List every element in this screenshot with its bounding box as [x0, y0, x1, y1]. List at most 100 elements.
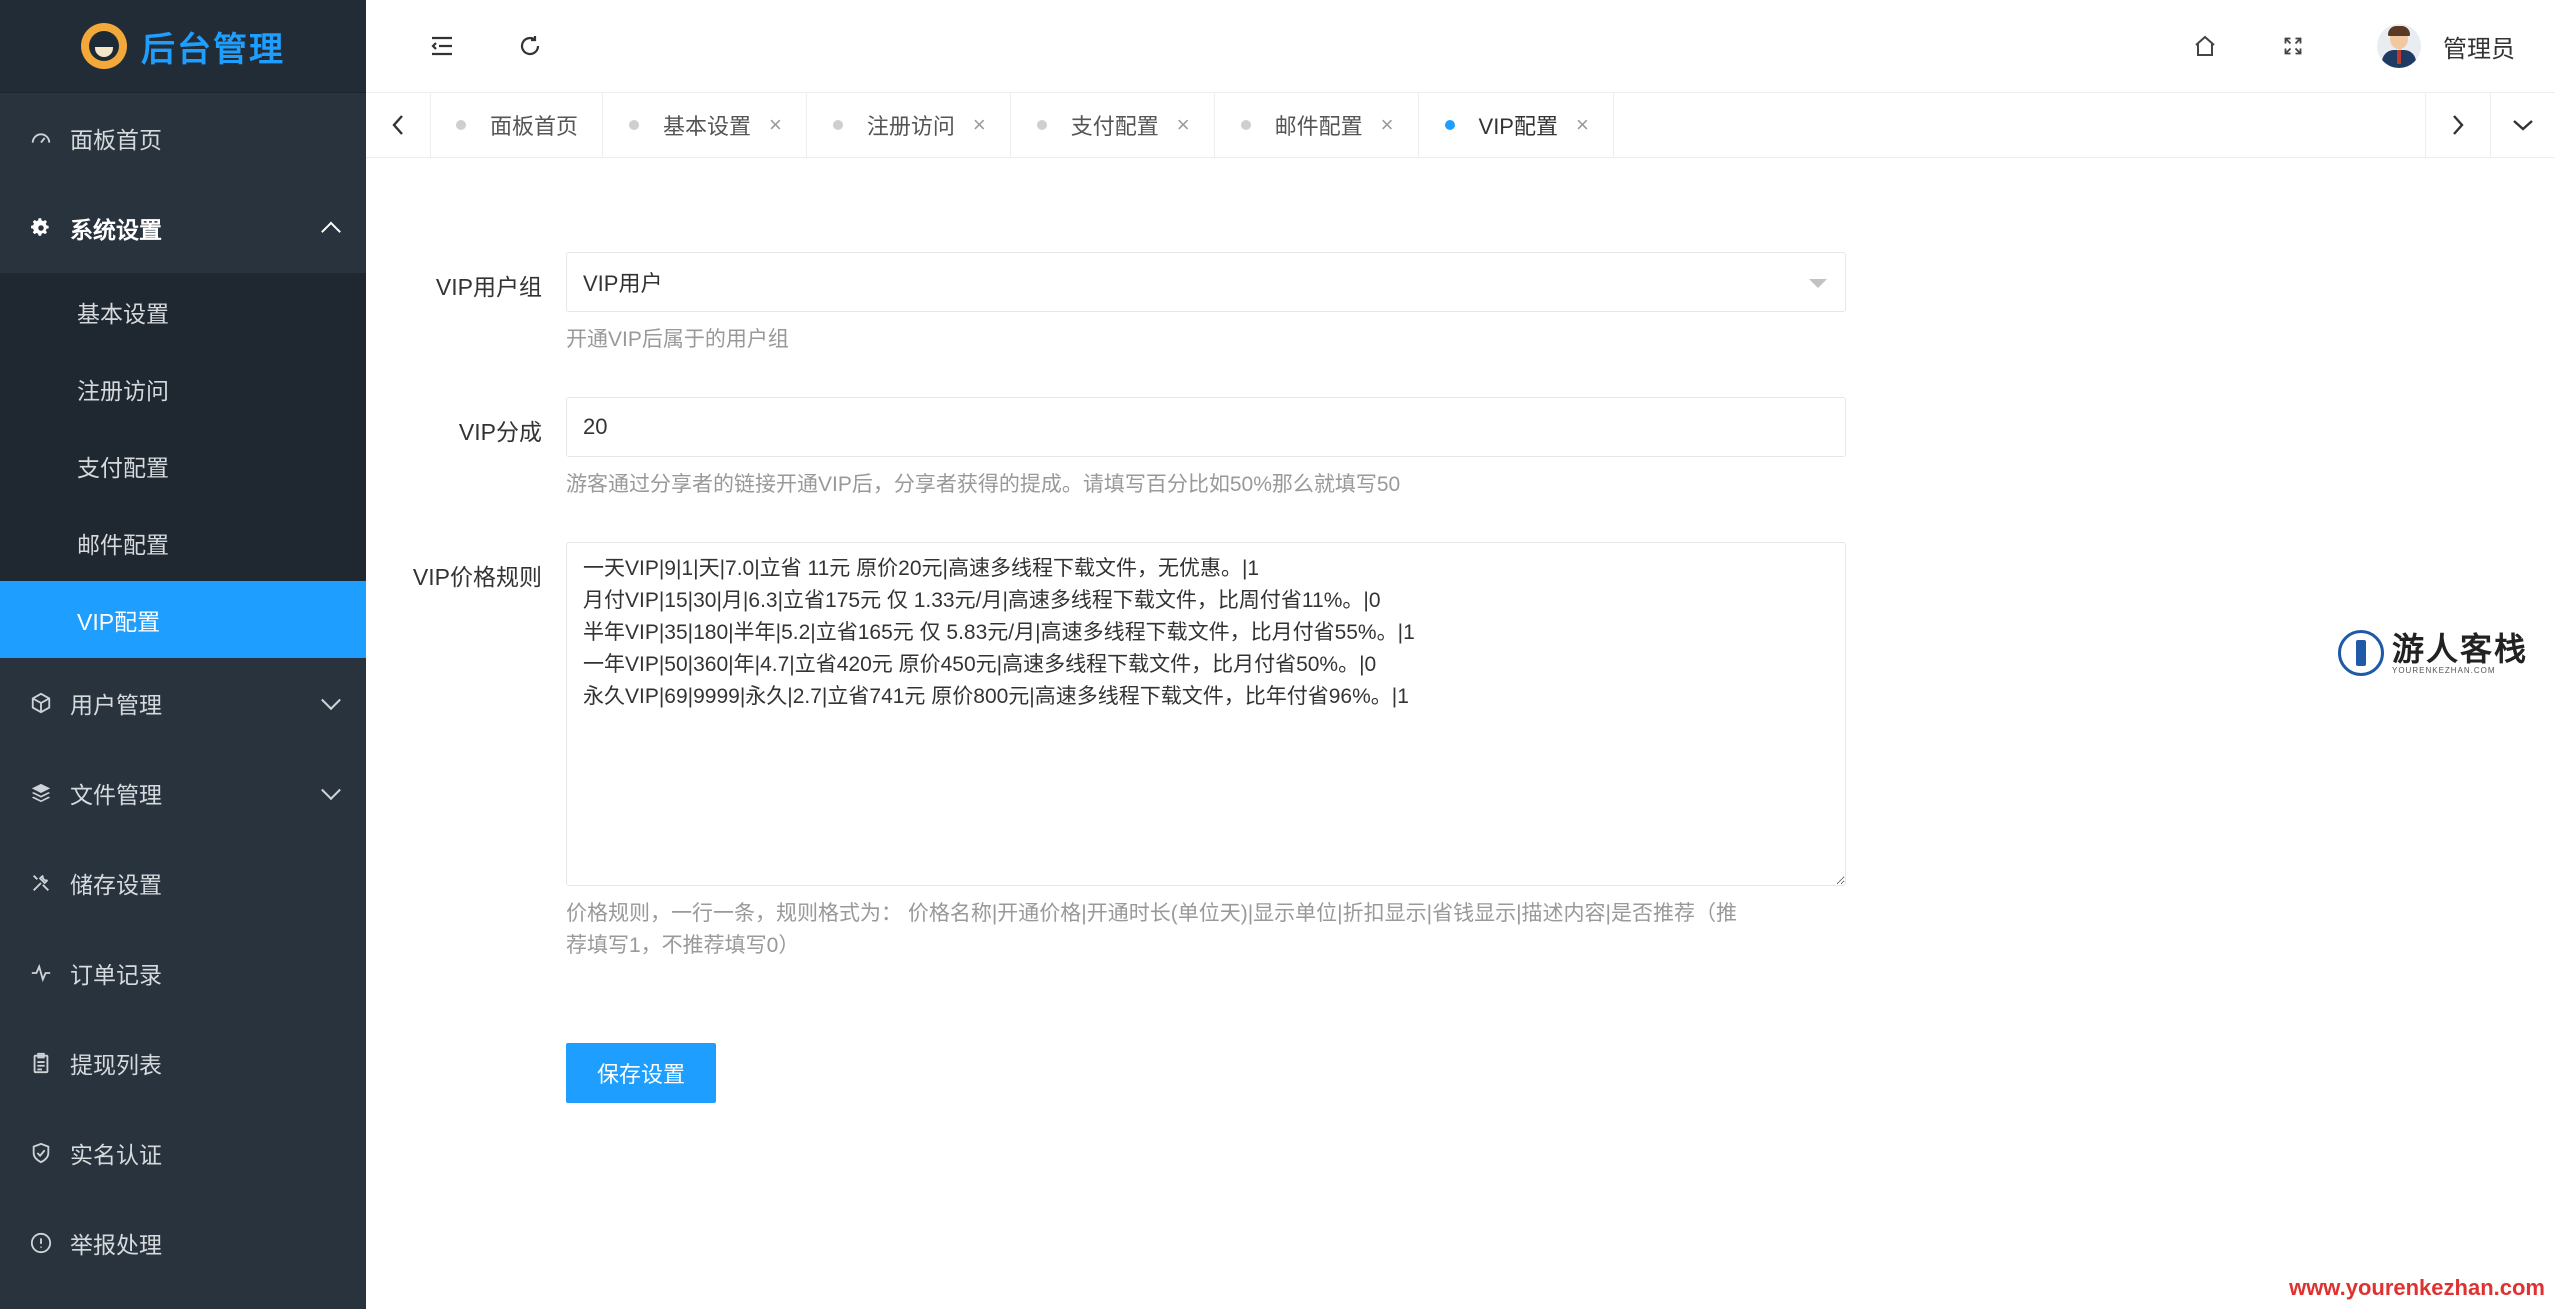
layers-icon [30, 782, 52, 804]
sidebar-subitem-vip-config[interactable]: VIP配置 [0, 581, 366, 658]
user-menu[interactable]: 管理员 [2377, 20, 2515, 72]
tabs-dropdown-button[interactable] [2491, 93, 2555, 157]
sidebar-item-withdraw-list[interactable]: 提现列表 [0, 1018, 366, 1108]
collapse-sidebar-button[interactable] [422, 26, 462, 66]
close-icon[interactable]: × [1177, 114, 1190, 136]
tab-payment-config[interactable]: 支付配置 × [1011, 93, 1215, 157]
sidebar-subitem-payment-config[interactable]: 支付配置 [0, 427, 366, 504]
sidebar-item-label: 系统设置 [70, 217, 162, 243]
tab-label: VIP配置 [1478, 114, 1558, 139]
fullscreen-icon [2284, 37, 2302, 55]
watermark-subtitle: YOURENKEZHAN.COM [2392, 665, 2496, 675]
sidebar-item-order-records[interactable]: 订单记录 [0, 928, 366, 1018]
chevron-down-icon [321, 780, 341, 801]
chevron-right-icon [2453, 115, 2464, 135]
vip-share-value: 20 [583, 414, 608, 439]
tools-icon [30, 872, 52, 894]
vip-group-help: 开通VIP后属于的用户组 [566, 328, 789, 351]
refresh-icon [520, 36, 540, 56]
sidebar-subitem-label: 邮件配置 [77, 531, 169, 558]
home-button[interactable] [2185, 26, 2225, 66]
sidebar-item-user-management[interactable]: 用户管理 [0, 658, 366, 748]
close-icon[interactable]: × [973, 114, 986, 136]
menu-fold-icon [431, 36, 452, 56]
fullscreen-button[interactable] [2273, 26, 2313, 66]
chevron-down-icon [2513, 120, 2533, 131]
brand-mascot-icon [81, 23, 127, 69]
tab-register-access[interactable]: 注册访问 × [807, 93, 1011, 157]
vip-share-label: VIP分成 [458, 419, 542, 445]
sidebar-item-file-management[interactable]: 文件管理 [0, 748, 366, 838]
sidebar-item-real-name-auth[interactable]: 实名认证 [0, 1108, 366, 1198]
sidebar-item-report-handling[interactable]: 举报处理 [0, 1198, 366, 1288]
vip-group-label: VIP用户组 [435, 274, 542, 300]
avatar [2377, 24, 2421, 68]
sidebar-item-label: 实名认证 [70, 1142, 162, 1168]
close-icon[interactable]: × [1576, 114, 1589, 136]
shield-check-icon [30, 1142, 52, 1164]
sidebar-subitem-mail-config[interactable]: 邮件配置 [0, 504, 366, 581]
sidebar-item-label: 举报处理 [70, 1232, 162, 1258]
chevron-left-icon [392, 115, 403, 135]
chevron-down-icon [321, 690, 341, 711]
sidebar-item-dashboard[interactable]: 面板首页 [0, 93, 366, 183]
tab-label: 邮件配置 [1274, 114, 1363, 139]
sidebar-subitem-label: 支付配置 [77, 454, 169, 481]
close-icon[interactable]: × [1381, 114, 1394, 136]
tab-dot [1444, 120, 1455, 130]
save-settings-button[interactable]: 保存设置 [566, 1043, 716, 1103]
sidebar-item-storage-settings[interactable]: 储存设置 [0, 838, 366, 928]
tab-bar: 面板首页 基本设置 × 注册访问 × 支付配置 × 邮件配置 × VIP配置 × [366, 93, 2555, 158]
vip-share-help: 游客通过分享者的链接开通VIP后，分享者获得的提成。请填写百分比如50%那么就填… [566, 473, 1401, 496]
watermark-title: 游人客栈 [2392, 630, 2529, 667]
pulse-icon [30, 962, 52, 984]
sidebar-subitem-register-access[interactable]: 注册访问 [0, 350, 366, 427]
refresh-button[interactable] [510, 26, 550, 66]
sidebar-subitem-basic-settings[interactable]: 基本设置 [0, 273, 366, 350]
dashboard-icon [30, 127, 52, 149]
tabs-scroll-right-button[interactable] [2425, 93, 2491, 157]
watermark-logo: 游人客栈 YOURENKEZHAN.COM [2338, 628, 2528, 678]
sidebar-subitem-label: 基本设置 [77, 300, 169, 327]
vip-group-select[interactable]: VIP用户 [566, 252, 1846, 312]
tab-label: 基本设置 [663, 114, 752, 139]
tab-list: 面板首页 基本设置 × 注册访问 × 支付配置 × 邮件配置 × VIP配置 × [430, 93, 1614, 157]
sidebar-item-system-settings[interactable]: 系统设置 [0, 183, 366, 273]
sidebar-subitem-label: VIP配置 [77, 608, 161, 635]
tab-mail-config[interactable]: 邮件配置 × [1215, 93, 1419, 157]
home-icon [2195, 35, 2215, 56]
sidebar: 后台管理 面板首页 系统设置 基本设置 注册访问 支付配置 邮件配置 VIP配置 [0, 0, 366, 1309]
sidebar-item-label: 订单记录 [70, 962, 162, 988]
tab-dashboard[interactable]: 面板首页 [430, 93, 604, 157]
brand-logo[interactable]: 后台管理 [0, 0, 366, 93]
cube-icon [30, 692, 52, 714]
sidebar-subitem-label: 注册访问 [77, 377, 169, 404]
brand-title: 后台管理 [141, 30, 285, 69]
vip-price-help: 价格规则，一行一条，规则格式为： 价格名称|开通价格|开通时长(单位天)|显示单… [566, 898, 1846, 962]
tab-dot [1240, 120, 1251, 130]
clipboard-icon [30, 1052, 52, 1074]
tab-vip-config[interactable]: VIP配置 × [1419, 93, 1614, 157]
chevron-up-icon [321, 221, 341, 242]
vip-price-label: VIP价格规则 [412, 564, 542, 590]
tab-basic-settings[interactable]: 基本设置 × [603, 93, 807, 157]
main-content: VIP用户组 VIP用户 开通VIP后属于的用户组 VIP分成 20 游客通过分… [366, 158, 2555, 1309]
tab-dot [456, 120, 466, 130]
top-header: 管理员 [366, 0, 2555, 93]
vip-price-textarea[interactable]: 一天VIP|9|1|天|7.0|立省 11元 原价20元|高速多线程下载文件，无… [566, 542, 1846, 886]
gear-icon [30, 217, 52, 239]
tabs-scroll-left-button[interactable] [366, 93, 431, 157]
tab-label: 面板首页 [490, 114, 579, 139]
vip-share-input[interactable]: 20 [566, 397, 1846, 457]
sidebar-item-label: 储存设置 [70, 872, 162, 898]
tab-label: 支付配置 [1070, 114, 1159, 139]
sidebar-item-label: 文件管理 [70, 782, 162, 808]
watermark-emblem-icon [2338, 630, 2384, 676]
close-icon[interactable]: × [769, 114, 782, 136]
info-icon [30, 1232, 52, 1254]
vip-price-help-line: 价格规则，一行一条，规则格式为： 价格名称|开通价格|开通时长(单位天)|显示单… [566, 902, 1738, 925]
sidebar-item-label: 提现列表 [70, 1052, 162, 1078]
tab-dot [629, 120, 640, 130]
submenu-system-settings: 基本设置 注册访问 支付配置 邮件配置 VIP配置 [0, 273, 366, 658]
watermark-url: www.yourenkezhan.com [2289, 1275, 2545, 1300]
